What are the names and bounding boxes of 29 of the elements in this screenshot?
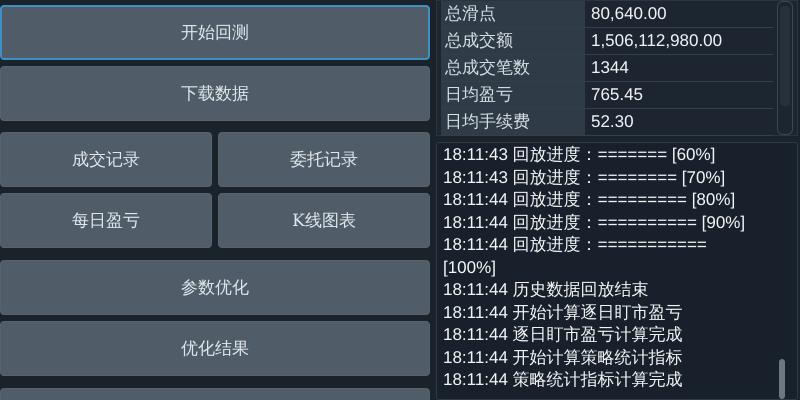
stat-value: 52.30	[590, 111, 635, 133]
action-button[interactable]: 开始回测	[0, 5, 430, 60]
scrollbar[interactable]	[777, 1, 793, 135]
action-button[interactable]: 优化结果	[0, 321, 430, 376]
log-line: 18:11:44 历史数据回放结束	[443, 279, 650, 301]
log-line: 18:11:44 回放进度：========= [80%]	[443, 189, 736, 211]
log-line: 18:11:43 回放进度：======== [70%]	[443, 166, 726, 188]
action-button[interactable]: 成交记录	[0, 132, 212, 187]
action-button[interactable]: K线图表	[218, 193, 430, 248]
stat-label: 日均手续费	[441, 109, 585, 135]
log-line: 18:11:43 回放进度：======= [60%]	[443, 144, 716, 166]
stat-label: 总滑点	[441, 1, 585, 27]
log-line: 18:11:44 逐日盯市盈亏计算完成	[443, 324, 684, 346]
stat-value: 1344	[590, 57, 630, 79]
log-line: 18:11:44 策略统计指标计算完成	[443, 369, 684, 391]
log-line: 18:11:44 开始计算策略统计指标	[443, 346, 684, 368]
stat-value: 765.45	[590, 84, 644, 106]
log-line: 18:11:44 开始计算逐日盯市盈亏	[443, 302, 684, 324]
action-button[interactable]: 下载数据	[0, 66, 430, 121]
stat-label: 总成交笔数	[441, 55, 585, 81]
log-line: 18:11:44 回放进度：========== [90%]	[443, 212, 746, 234]
stat-value: 80,640.00	[590, 3, 668, 25]
action-button[interactable]: 参数优化	[0, 260, 430, 315]
stat-label: 日均盈亏	[441, 82, 585, 108]
stat-value: 1,506,112,980.00	[590, 30, 724, 52]
action-button[interactable]: 委托记录	[218, 132, 430, 187]
action-button[interactable]: 每日盈亏	[0, 193, 212, 248]
log-line: 18:11:44 回放进度：=========== [100%]	[443, 234, 708, 278]
stat-label: 总成交额	[441, 28, 585, 54]
